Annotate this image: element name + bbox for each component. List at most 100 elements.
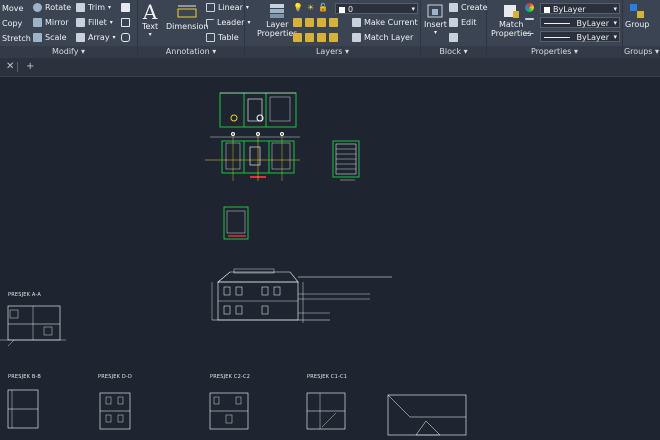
layer-tool-icon[interactable] xyxy=(317,18,326,27)
layer-properties-button[interactable]: Layer Properties xyxy=(257,2,297,38)
leader-icon xyxy=(206,18,214,27)
offset-button[interactable] xyxy=(121,33,130,42)
layer-tool-icon[interactable] xyxy=(305,33,314,42)
floor-plan-upper[interactable] xyxy=(219,92,297,128)
layer-tools-row-3 xyxy=(293,33,338,42)
scale-label: Scale xyxy=(45,33,67,42)
group-button[interactable]: Group xyxy=(625,2,649,29)
linetype-icon-button[interactable] xyxy=(525,33,534,34)
match-layer-icon xyxy=(352,33,361,42)
lock-icon[interactable]: 🔓 xyxy=(318,3,328,12)
chevron-down-icon: ▾ xyxy=(148,31,152,38)
close-icon[interactable]: ✕ xyxy=(6,61,14,72)
edit-label: Edit xyxy=(461,18,477,27)
fillet-button[interactable]: Fillet ▾ xyxy=(76,18,113,27)
layers-group-title[interactable]: Layers ▾ xyxy=(245,46,420,58)
layer-tool-icon[interactable] xyxy=(329,33,338,42)
explode-button[interactable] xyxy=(121,18,130,27)
group-label: Group xyxy=(625,20,650,29)
properties-title: Properties xyxy=(531,47,572,56)
match-layer-button[interactable]: Match Layer xyxy=(352,33,413,42)
add-tab-icon[interactable]: + xyxy=(26,61,34,72)
chevron-down-icon: ▾ xyxy=(613,19,617,27)
block-group-title[interactable]: Block ▾ xyxy=(421,46,486,58)
layer-tool-icon[interactable] xyxy=(293,33,302,42)
erase-button[interactable] xyxy=(121,3,130,12)
floor-plan-middle[interactable] xyxy=(205,132,300,182)
drawing-canvas[interactable]: PRESJEK A-A PRESJEK B-B PRESJEK D-D PRES… xyxy=(0,77,660,440)
scale-button[interactable]: Scale xyxy=(33,33,67,42)
layer-dropdown[interactable]: 0 ▾ xyxy=(335,3,418,14)
match-properties-label-1: Match xyxy=(499,20,524,29)
groups-group-title[interactable]: Groups ▾ xyxy=(623,46,660,58)
linetype-dropdown[interactable]: ByLayer ▾ xyxy=(540,31,620,42)
chevron-down-icon: ▾ xyxy=(109,19,113,26)
chevron-down-icon: ▾ xyxy=(433,29,437,36)
file-tab-bar: ✕ + xyxy=(0,58,660,77)
array-button[interactable]: Array ▾ xyxy=(76,33,116,42)
mirror-button[interactable]: Mirror xyxy=(33,18,69,27)
rotate-label: Rotate xyxy=(45,3,72,12)
insert-button[interactable]: Insert ▾ xyxy=(424,2,447,36)
layer-properties-label-1: Layer xyxy=(266,20,289,29)
text-a-icon: A xyxy=(142,0,158,24)
roof-plan[interactable] xyxy=(387,394,467,436)
lineweight-value: ByLayer xyxy=(576,19,609,28)
building-elevation[interactable] xyxy=(211,268,392,323)
layer-tool-icon[interactable] xyxy=(317,33,326,42)
create-block-button[interactable]: Create xyxy=(449,3,488,12)
stretch-button[interactable]: Stretch xyxy=(2,34,31,43)
section-bb[interactable] xyxy=(7,389,39,429)
chevron-down-icon: ▾ xyxy=(655,47,660,56)
section-c1c1[interactable] xyxy=(306,392,346,430)
linear-button[interactable]: Linear ▾ xyxy=(206,3,249,12)
edit-block-button[interactable]: Edit xyxy=(449,18,477,27)
modify-group-title[interactable]: Modify ▾ xyxy=(0,46,137,58)
layer-tool-icon[interactable] xyxy=(293,18,302,27)
pencil-icon xyxy=(121,3,130,12)
lineweight-icon-button[interactable] xyxy=(525,18,534,20)
lightbulb-icon[interactable]: 💡 xyxy=(293,3,303,12)
copy-label: Copy xyxy=(2,19,23,28)
color-wheel-icon xyxy=(525,3,534,12)
table-button[interactable]: Table xyxy=(206,33,239,42)
fillet-icon xyxy=(76,18,85,27)
move-button[interactable]: Move xyxy=(2,4,23,13)
leader-label: Leader xyxy=(217,18,245,27)
linear-label: Linear xyxy=(218,3,243,12)
copy-button[interactable]: Copy xyxy=(2,19,22,28)
chevron-down-icon: ▾ xyxy=(613,33,617,41)
text-button[interactable]: A Text ▾ xyxy=(142,2,158,38)
layer-tool-icon[interactable] xyxy=(305,18,314,27)
scale-icon xyxy=(33,33,42,42)
color-wheel-icon-button[interactable] xyxy=(525,3,534,12)
drawing-svg xyxy=(0,92,467,436)
move-label: Move xyxy=(2,4,24,13)
properties-group-title[interactable]: Properties ▾ xyxy=(487,46,622,58)
dimension-button[interactable]: Dimension xyxy=(166,3,209,31)
rotate-button[interactable]: Rotate xyxy=(33,3,71,12)
stair-detail[interactable] xyxy=(332,140,360,181)
block-attribute-button[interactable] xyxy=(449,33,458,42)
small-plan[interactable] xyxy=(223,206,249,240)
layer-tool-icon[interactable] xyxy=(329,18,338,27)
layer-tools-row-2 xyxy=(293,18,338,27)
section-aa[interactable] xyxy=(0,305,66,347)
leader-button[interactable]: Leader ▾ xyxy=(206,18,250,27)
text-label: Text xyxy=(142,22,159,31)
layer-state-icons: 💡 ☀ 🔓 xyxy=(293,3,328,12)
annotation-group-title[interactable]: Annotation ▾ xyxy=(138,46,244,58)
color-dropdown[interactable]: ByLayer ▾ xyxy=(540,3,620,14)
sun-icon[interactable]: ☀ xyxy=(307,3,314,12)
lineweight-dropdown[interactable]: ByLayer ▾ xyxy=(540,17,620,28)
layer-color-swatch xyxy=(339,6,345,13)
trim-button[interactable]: Trim ▾ xyxy=(76,3,111,12)
mirror-label: Mirror xyxy=(45,18,69,27)
trim-label: Trim xyxy=(88,3,106,12)
color-value: ByLayer xyxy=(553,5,586,14)
make-current-button[interactable]: Make Current xyxy=(352,18,418,27)
current-layer-value: 0 xyxy=(348,5,354,14)
section-c2c2[interactable] xyxy=(209,392,249,430)
groups-group: Group Groups ▾ xyxy=(623,0,660,58)
section-dd[interactable] xyxy=(99,392,131,430)
